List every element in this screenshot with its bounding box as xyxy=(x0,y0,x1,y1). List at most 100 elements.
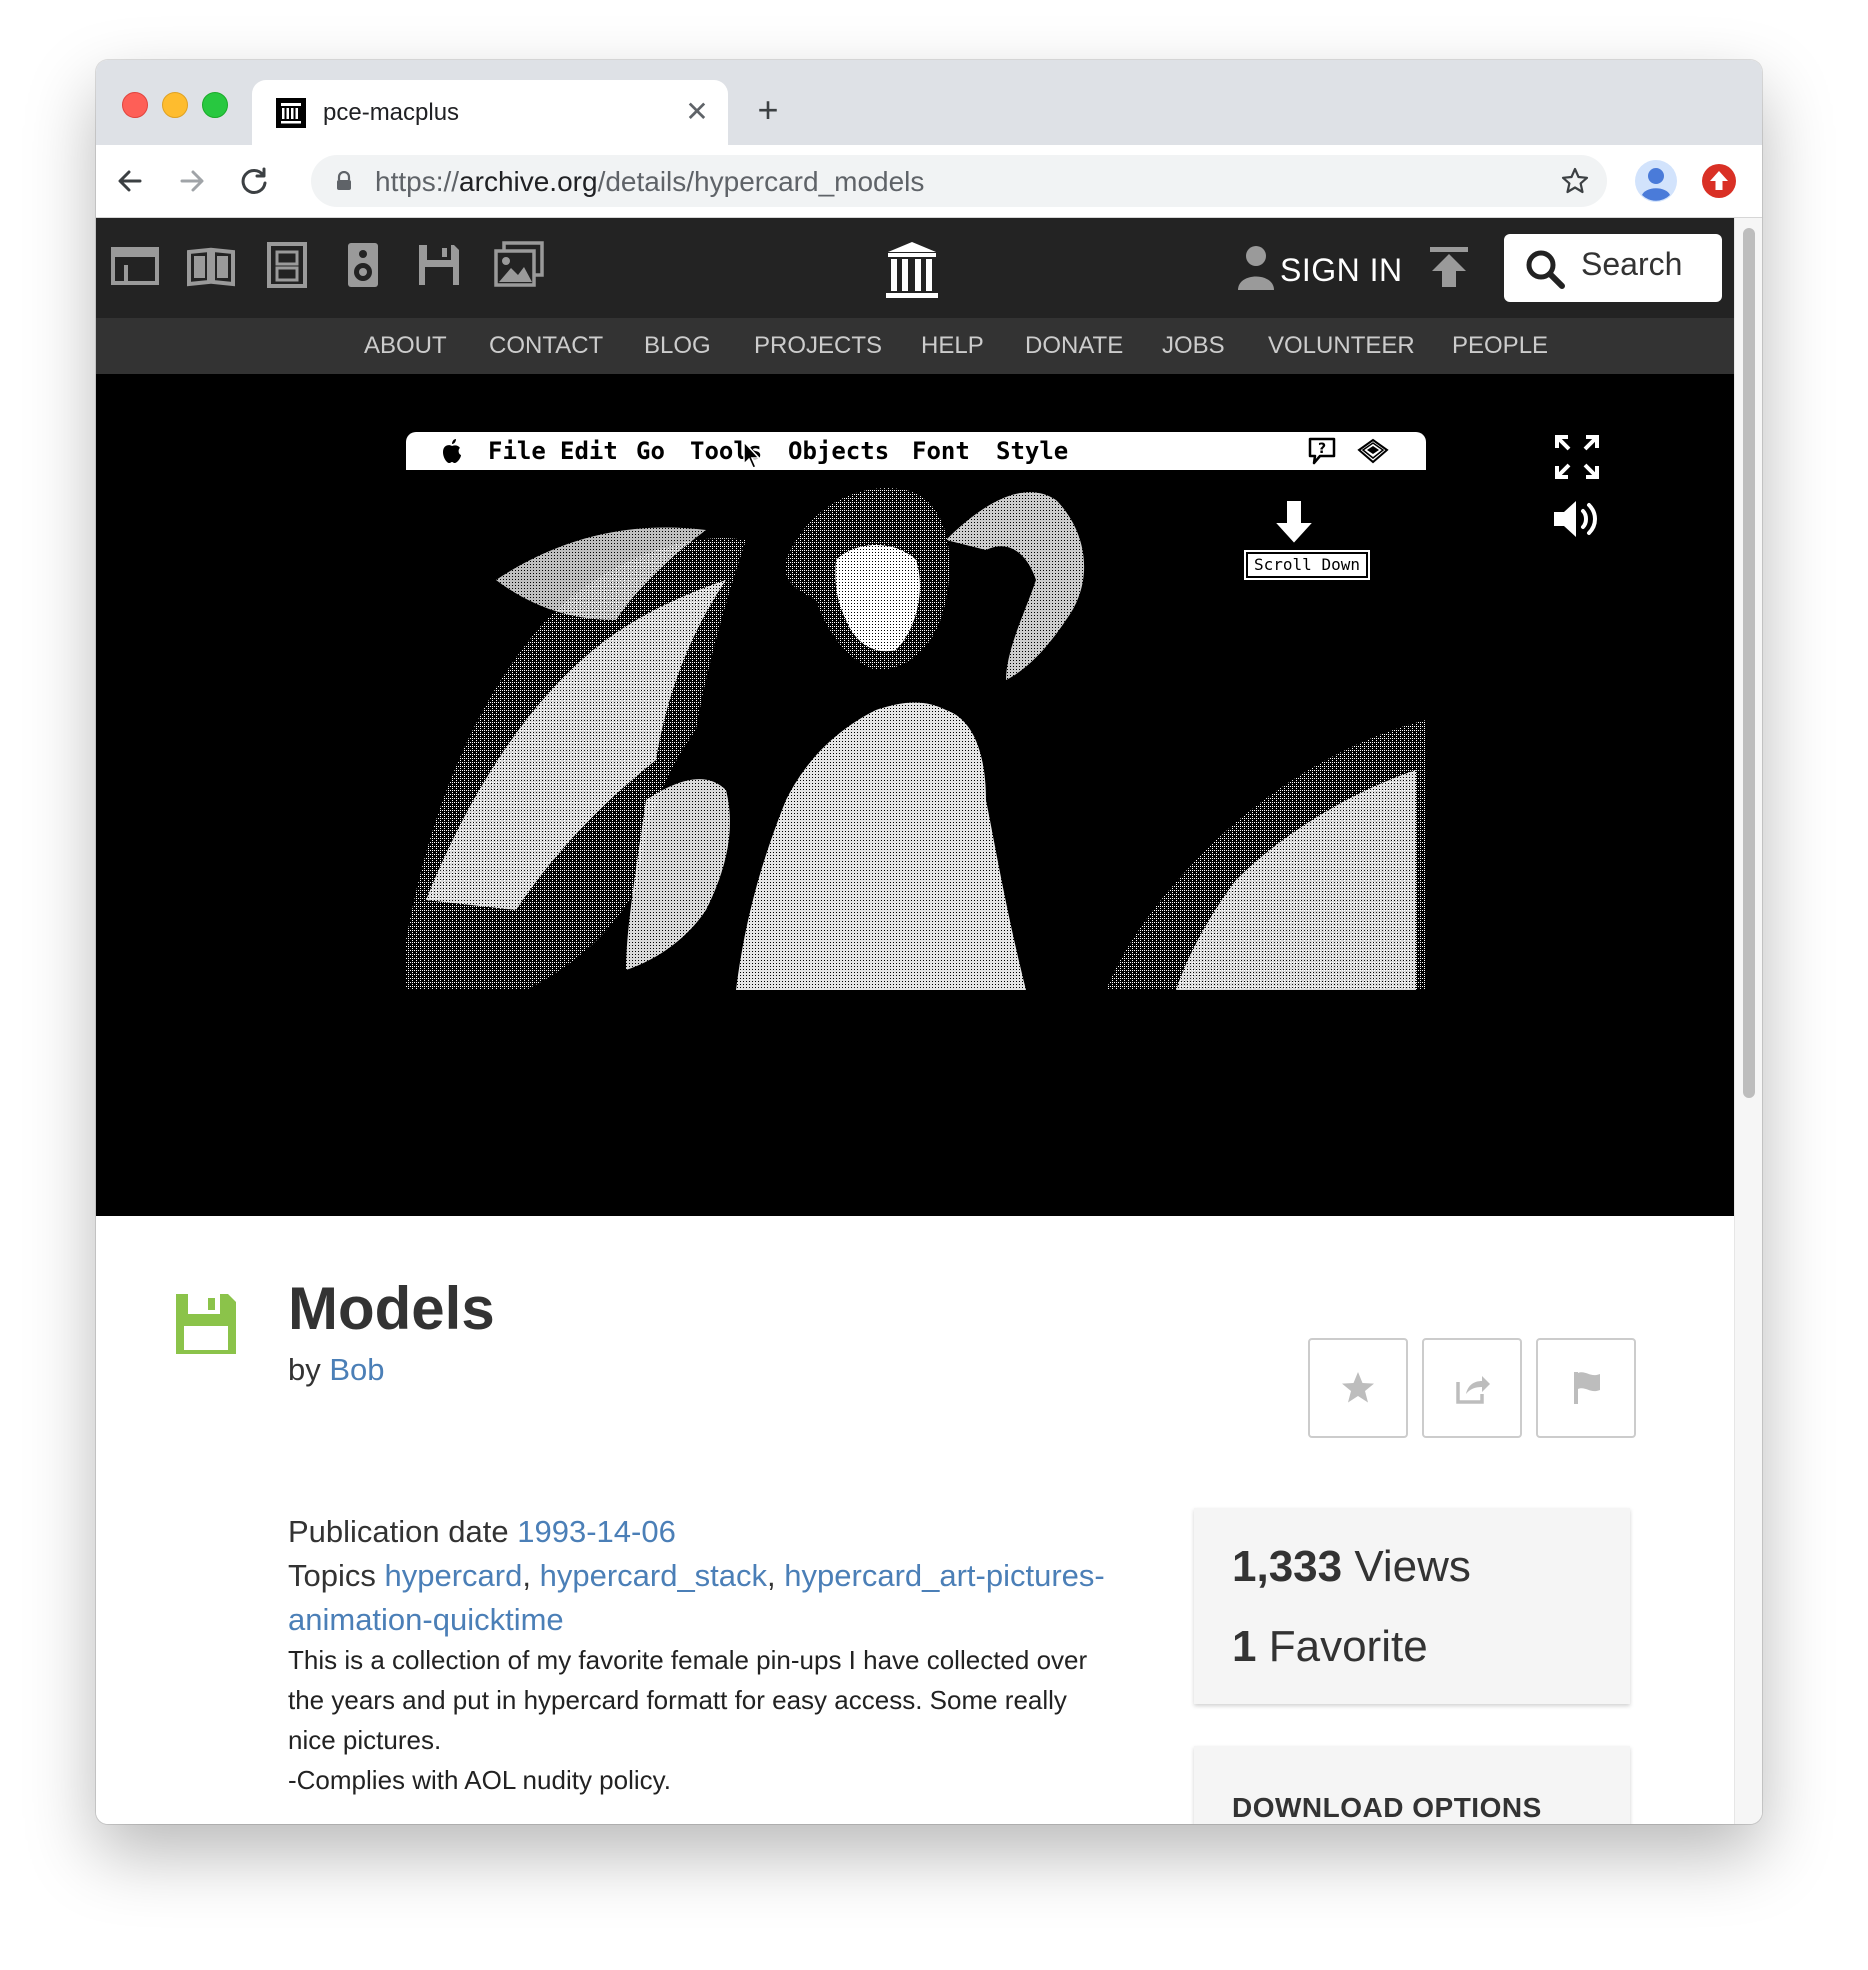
favorites-count: 1 xyxy=(1232,1622,1257,1671)
star-icon xyxy=(1342,1372,1374,1403)
fullscreen-icon[interactable] xyxy=(1554,434,1600,480)
favorite-button[interactable] xyxy=(1308,1338,1408,1438)
back-arrow-icon[interactable] xyxy=(110,161,150,201)
nav-projects[interactable]: PROJECTS xyxy=(754,332,882,360)
archive-favicon-icon xyxy=(276,98,306,128)
address-bar[interactable]: https://archive.org/details/hypercard_mo… xyxy=(311,155,1607,207)
nav-people[interactable]: PEOPLE xyxy=(1452,332,1548,360)
minimize-window-button[interactable] xyxy=(162,92,188,118)
maximize-window-button[interactable] xyxy=(202,92,228,118)
favorites-stat: 1 Favorite xyxy=(1232,1622,1428,1672)
web-page: SIGN IN Search ABOUT CONTACT BLOG PROJEC… xyxy=(96,218,1734,1824)
archive-sub-nav: ABOUT CONTACT BLOG PROJECTS HELP DONATE … xyxy=(96,318,1734,374)
download-options-title: DOWNLOAD OPTIONS xyxy=(1232,1792,1542,1823)
url-host: archive.org xyxy=(459,166,598,197)
topics-label: Topics xyxy=(288,1558,376,1593)
url-path: /details/hypercard_models xyxy=(597,166,925,197)
topic-link[interactable]: hypercard_stack xyxy=(540,1558,767,1593)
item-description: This is a collection of my favorite fema… xyxy=(288,1640,1168,1800)
close-window-button[interactable] xyxy=(122,92,148,118)
reload-icon[interactable] xyxy=(234,161,274,201)
upload-icon[interactable] xyxy=(1426,244,1472,290)
scrollbar-thumb[interactable] xyxy=(1743,228,1755,1098)
dithered-pinup-image xyxy=(406,470,1426,990)
browser-tab[interactable]: pce-macplus ✕ xyxy=(252,80,728,145)
software-floppy-icon xyxy=(176,1294,236,1354)
search-label: Search xyxy=(1581,246,1683,282)
sign-in-link[interactable]: SIGN IN xyxy=(1280,252,1403,289)
video-icon[interactable] xyxy=(262,240,312,290)
search-icon xyxy=(1526,250,1565,289)
topic-link-continued[interactable]: animation-quicktime xyxy=(288,1602,564,1637)
emulator-area[interactable]: File Edit Go Tools Objects Font Style ? xyxy=(96,374,1734,1216)
pub-date-link[interactable]: 1993-14-06 xyxy=(517,1514,676,1549)
tab-close-icon[interactable]: ✕ xyxy=(680,95,714,129)
description-line: -Complies with AOL nudity policy. xyxy=(288,1765,671,1795)
tab-title: pce-macplus xyxy=(323,99,460,126)
volume-icon[interactable] xyxy=(1552,496,1604,542)
scroll-down-button[interactable]: Scroll Down xyxy=(1244,550,1370,580)
description-line: the years and put in hypercard formatt f… xyxy=(288,1685,1067,1715)
share-button[interactable] xyxy=(1422,1338,1522,1438)
archive-top-nav: SIGN IN Search xyxy=(96,218,1734,318)
by-prefix: by xyxy=(288,1352,321,1387)
views-count: 1,333 xyxy=(1232,1542,1343,1591)
profile-avatar-icon[interactable] xyxy=(1634,159,1678,203)
images-icon[interactable] xyxy=(494,240,544,290)
internet-archive-logo-icon[interactable] xyxy=(884,238,940,302)
apple-menu-icon[interactable] xyxy=(440,438,464,464)
download-options-box: DOWNLOAD OPTIONS xyxy=(1194,1746,1630,1824)
page-scrollbar[interactable] xyxy=(1734,218,1762,1824)
hypercard-card-picture[interactable] xyxy=(406,470,1426,990)
nav-about[interactable]: ABOUT xyxy=(364,332,447,360)
texts-icon[interactable] xyxy=(186,240,236,290)
mac-menu-style[interactable]: Style xyxy=(996,437,1068,465)
topic-separator: , xyxy=(522,1558,540,1593)
nav-contact[interactable]: CONTACT xyxy=(489,332,603,360)
pub-date-label: Publication date xyxy=(288,1514,509,1549)
mac-menu-edit[interactable]: Edit xyxy=(560,437,618,465)
scroll-down-arrow-icon[interactable] xyxy=(1272,498,1316,546)
mac-menu-objects[interactable]: Objects xyxy=(788,437,889,465)
topic-link[interactable]: hypercard xyxy=(385,1558,523,1593)
item-title: Models xyxy=(288,1275,495,1342)
description-line: nice pictures. xyxy=(288,1725,442,1755)
new-tab-button[interactable]: + xyxy=(748,90,788,130)
mac-menu-font[interactable]: Font xyxy=(912,437,970,465)
user-icon[interactable] xyxy=(1236,244,1276,292)
nav-volunteer[interactable]: VOLUNTEER xyxy=(1268,332,1415,360)
web-icon[interactable] xyxy=(110,240,160,290)
search-button[interactable]: Search xyxy=(1504,234,1722,302)
browser-toolbar: https://archive.org/details/hypercard_mo… xyxy=(96,145,1762,218)
url-scheme: https:// xyxy=(375,166,460,197)
mac-menu-bar: File Edit Go Tools Objects Font Style ? xyxy=(406,432,1426,470)
favorites-label: Favorite xyxy=(1268,1622,1428,1671)
publication-date-row: Publication date 1993-14-06 xyxy=(288,1514,676,1550)
browser-window: pce-macplus ✕ + https://archive.org/deta… xyxy=(96,60,1762,1824)
hypercard-app-icon[interactable] xyxy=(1356,436,1390,466)
flag-button[interactable] xyxy=(1536,1338,1636,1438)
item-stats-box: 1,333 Views 1 Favorite xyxy=(1194,1508,1630,1704)
topics-row: Topics hypercard, hypercard_stack, hyper… xyxy=(288,1558,1105,1594)
nav-help[interactable]: HELP xyxy=(921,332,984,360)
bookmark-star-icon[interactable] xyxy=(1559,165,1591,197)
balloon-help-icon[interactable]: ? xyxy=(1306,436,1338,466)
views-label: Views xyxy=(1354,1542,1471,1591)
software-icon[interactable] xyxy=(414,240,464,290)
description-line: This is a collection of my favorite fema… xyxy=(288,1645,1088,1675)
extension-update-icon[interactable] xyxy=(1700,162,1738,200)
topics-row-continued: animation-quicktime xyxy=(288,1602,564,1638)
nav-blog[interactable]: BLOG xyxy=(644,332,711,360)
nav-jobs[interactable]: JOBS xyxy=(1162,332,1225,360)
url-text: https://archive.org/details/hypercard_mo… xyxy=(375,166,924,198)
audio-icon[interactable] xyxy=(338,240,388,290)
nav-donate[interactable]: DONATE xyxy=(1025,332,1123,360)
tab-strip: pce-macplus ✕ + xyxy=(96,60,1762,145)
share-icon xyxy=(1456,1376,1490,1404)
topic-link[interactable]: hypercard_art-pictures- xyxy=(784,1558,1104,1593)
mac-menu-file[interactable]: File xyxy=(488,437,546,465)
topic-separator: , xyxy=(767,1558,785,1593)
mac-menu-go[interactable]: Go xyxy=(636,437,665,465)
creator-link[interactable]: Bob xyxy=(329,1352,384,1387)
forward-arrow-icon[interactable] xyxy=(172,161,212,201)
